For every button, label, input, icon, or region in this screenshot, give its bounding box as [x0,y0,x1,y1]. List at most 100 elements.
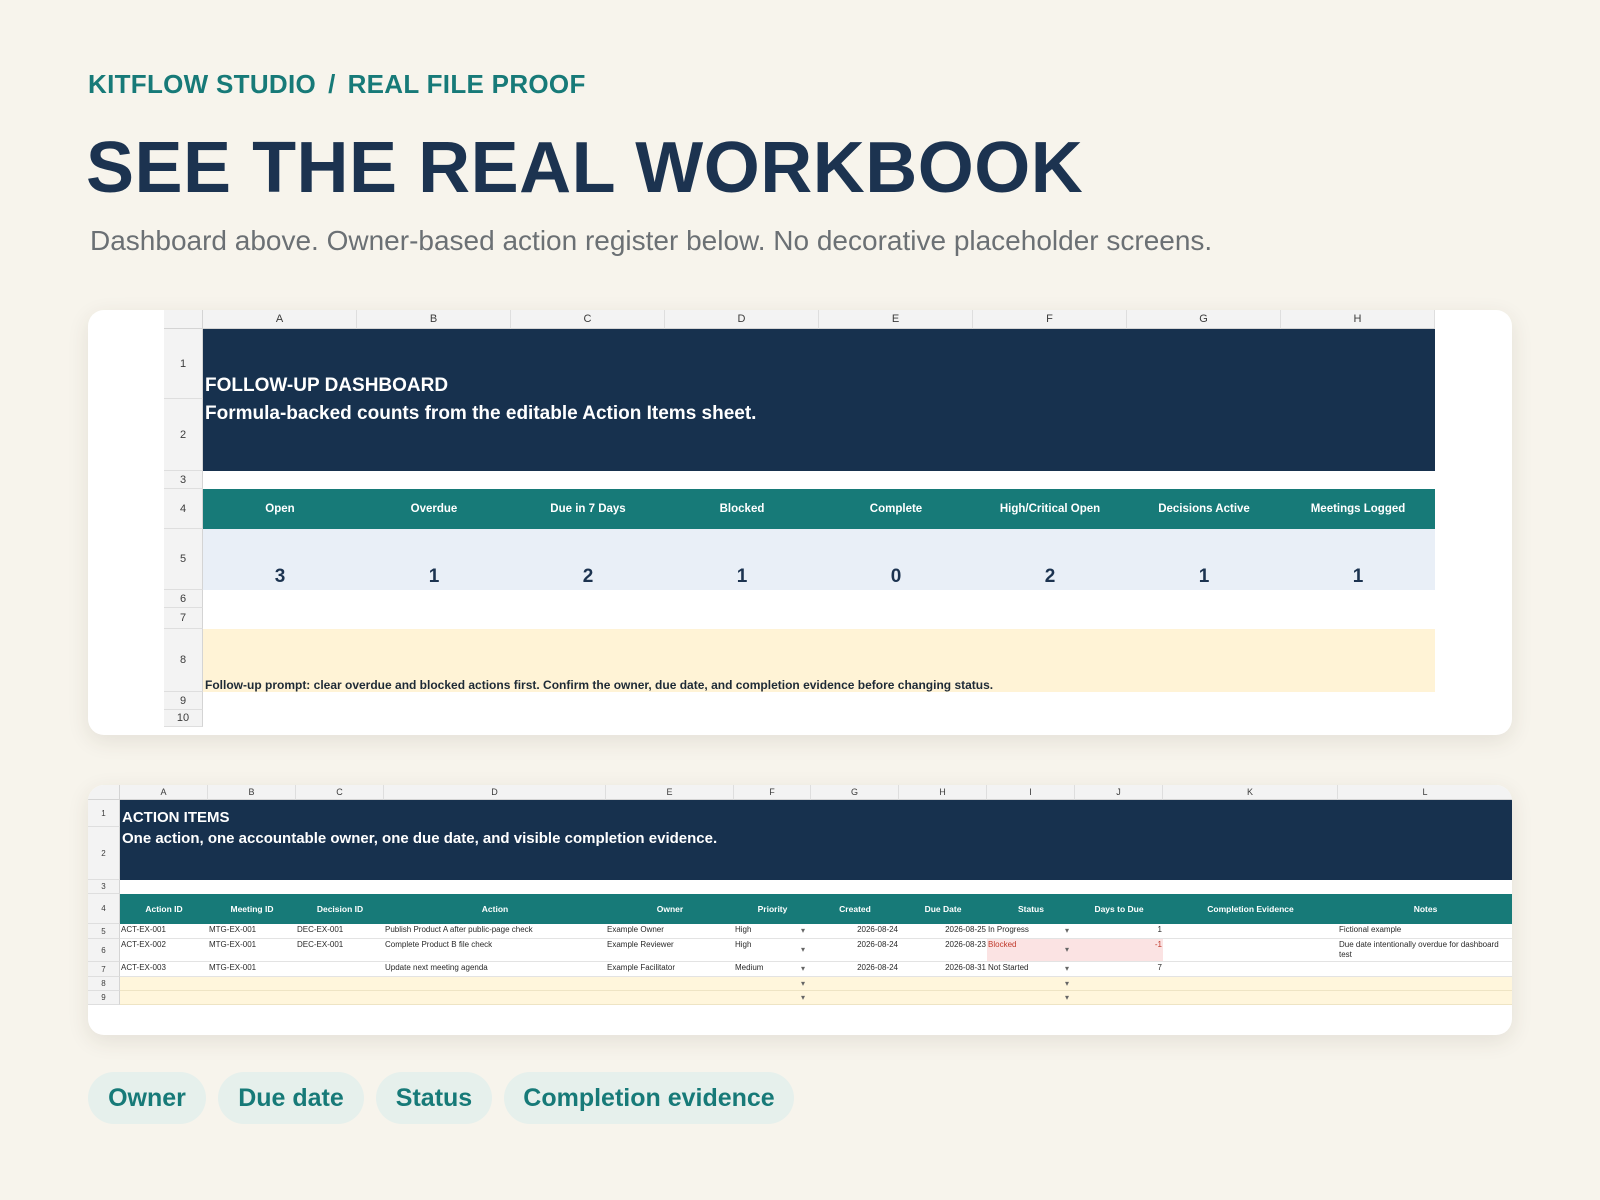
row-header-1[interactable]: 1 [88,800,120,827]
empty-cell[interactable] [811,977,899,991]
cell-days-to-due[interactable]: 1 [1075,924,1163,939]
cell-due-date[interactable]: 2026-08-31 [899,962,987,977]
header-completion-evidence[interactable]: Completion Evidence [1163,894,1338,924]
follow-up-prompt[interactable]: Follow-up prompt: clear overdue and bloc… [203,629,1435,692]
column-header-d[interactable]: D [665,310,819,329]
empty-cell[interactable] [1163,991,1338,1005]
empty-cell[interactable] [208,991,296,1005]
row-header-9[interactable]: 9 [164,692,203,710]
cell-due-date[interactable]: 2026-08-25 [899,924,987,939]
empty-cell[interactable] [1075,977,1163,991]
header-notes[interactable]: Notes [1338,894,1512,924]
column-header-b[interactable]: B [357,310,511,329]
cell-action[interactable]: Complete Product B file check [384,939,606,962]
cell-owner[interactable]: Example Reviewer [606,939,734,962]
kpi-value-overdue[interactable]: 1 [357,529,511,590]
empty-cell[interactable] [1163,977,1338,991]
empty-cell[interactable] [384,977,606,991]
row-header-5[interactable]: 5 [88,924,120,939]
cell-action[interactable]: Update next meeting agenda [384,962,606,977]
empty-cell[interactable] [606,977,734,991]
cell-notes[interactable]: Fictional example [1338,924,1512,939]
cell-completion-evidence[interactable] [1163,924,1338,939]
cell-owner[interactable]: Example Facilitator [606,962,734,977]
kpi-value-meetings-logged[interactable]: 1 [1281,529,1435,590]
row-header-4[interactable]: 4 [88,894,120,924]
row-header-10[interactable]: 10 [164,710,203,727]
column-header-e[interactable]: E [606,785,734,800]
select-all-corner[interactable] [88,785,120,800]
cell-status-dropdown[interactable]: In Progress [987,924,1075,939]
header-action[interactable]: Action [384,894,606,924]
cell-created[interactable]: 2026-08-24 [811,962,899,977]
column-header-d[interactable]: D [384,785,606,800]
row-header-8[interactable]: 8 [88,977,120,991]
empty-cell[interactable] [296,977,384,991]
kpi-value-open[interactable]: 3 [203,529,357,590]
row-header-9[interactable]: 9 [88,991,120,1005]
column-header-g[interactable]: G [811,785,899,800]
column-header-b[interactable]: B [208,785,296,800]
row-header-6[interactable]: 6 [164,590,203,608]
cell-due-date[interactable]: 2026-08-23 [899,939,987,962]
cell-action[interactable]: Publish Product A after public-page chec… [384,924,606,939]
cell-days-to-due[interactable]: 7 [1075,962,1163,977]
empty-cell[interactable] [1338,977,1512,991]
header-action-id[interactable]: Action ID [120,894,208,924]
cell-priority-dropdown[interactable]: High [734,924,811,939]
cell-action-id[interactable]: ACT-EX-002 [120,939,208,962]
header-meeting-id[interactable]: Meeting ID [208,894,296,924]
cell-meeting-id[interactable]: MTG-EX-001 [208,962,296,977]
header-decision-id[interactable]: Decision ID [296,894,384,924]
cell-priority-dropdown[interactable]: High [734,939,811,962]
empty-cell[interactable] [208,977,296,991]
cell-decision-id[interactable]: DEC-EX-001 [296,924,384,939]
empty-priority-dropdown[interactable] [734,977,811,991]
cell-notes[interactable]: Due date intentionally overdue for dashb… [1338,939,1512,962]
kpi-value-due-7-days[interactable]: 2 [511,529,665,590]
cell-action-id[interactable]: ACT-EX-001 [120,924,208,939]
cell-priority-dropdown[interactable]: Medium [734,962,811,977]
column-header-c[interactable]: C [511,310,665,329]
cell-decision-id[interactable]: DEC-EX-001 [296,939,384,962]
select-all-corner[interactable] [164,310,203,329]
empty-priority-dropdown[interactable] [734,991,811,1005]
row-header-6[interactable]: 6 [88,939,120,962]
cell-created[interactable]: 2026-08-24 [811,939,899,962]
kpi-value-blocked[interactable]: 1 [665,529,819,590]
cell-owner[interactable]: Example Owner [606,924,734,939]
empty-cell[interactable] [1338,991,1512,1005]
column-header-a[interactable]: A [203,310,357,329]
column-header-a[interactable]: A [120,785,208,800]
column-header-j[interactable]: J [1075,785,1163,800]
empty-status-dropdown[interactable] [987,977,1075,991]
empty-cell[interactable] [120,977,208,991]
cell-action-id[interactable]: ACT-EX-003 [120,962,208,977]
empty-cell[interactable] [899,991,987,1005]
cell-notes[interactable] [1338,962,1512,977]
kpi-value-high-critical-open[interactable]: 2 [973,529,1127,590]
cell-status-dropdown[interactable]: Not Started [987,962,1075,977]
header-created[interactable]: Created [811,894,899,924]
row-header-1[interactable]: 1 [164,329,203,399]
row-header-2[interactable]: 2 [88,827,120,880]
empty-cell[interactable] [296,991,384,1005]
column-header-f[interactable]: F [973,310,1127,329]
cell-created[interactable]: 2026-08-24 [811,924,899,939]
cell-status-dropdown-blocked[interactable]: Blocked [987,939,1075,962]
row-header-2[interactable]: 2 [164,399,203,471]
cell-completion-evidence[interactable] [1163,962,1338,977]
cell-meeting-id[interactable]: MTG-EX-001 [208,924,296,939]
kpi-value-complete[interactable]: 0 [819,529,973,590]
column-header-g[interactable]: G [1127,310,1281,329]
header-status[interactable]: Status [987,894,1075,924]
column-header-l[interactable]: L [1338,785,1512,800]
empty-cell[interactable] [606,991,734,1005]
column-header-i[interactable]: I [987,785,1075,800]
cell-meeting-id[interactable]: MTG-EX-001 [208,939,296,962]
header-days-to-due[interactable]: Days to Due [1075,894,1163,924]
empty-cell[interactable] [384,991,606,1005]
empty-cell[interactable] [811,991,899,1005]
column-header-k[interactable]: K [1163,785,1338,800]
column-header-h[interactable]: H [899,785,987,800]
